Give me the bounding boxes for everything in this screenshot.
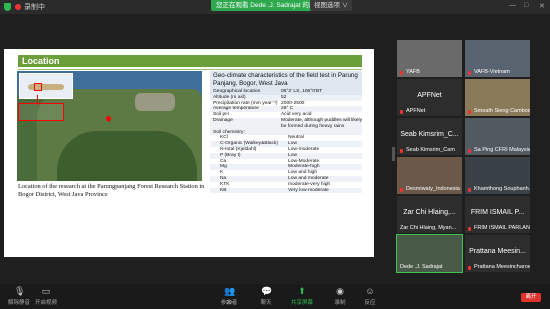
participant-name: Zar Chi Hlaing, Myan... bbox=[400, 225, 457, 231]
minimize-icon[interactable]: — bbox=[509, 2, 516, 9]
participant-tile[interactable]: Sa Ping CFRI Malaysia bbox=[465, 118, 530, 155]
participant-tile[interactable]: VAFB-Vietnam bbox=[465, 40, 530, 77]
slide-title-bar bbox=[18, 55, 362, 67]
participant-name: Sa Ping CFRI Malaysia bbox=[474, 147, 530, 153]
slide-title: Location bbox=[22, 56, 60, 66]
reactions-button[interactable]: ☺ 反应 bbox=[355, 286, 385, 306]
view-options-button[interactable]: 视图选项 ∨ bbox=[310, 0, 353, 11]
mic-muted-icon bbox=[400, 110, 403, 114]
record-label: 录制 bbox=[334, 300, 346, 306]
mic-muted-icon bbox=[400, 149, 403, 153]
participants-icon: 👥29 bbox=[224, 286, 236, 306]
map-inset bbox=[19, 73, 73, 99]
table-cell-value: Very low-moderate bbox=[288, 187, 329, 193]
table-title: Geo-climate characteristics of the field… bbox=[213, 72, 358, 87]
table-cell-value: Moderate, although puddles will likely b… bbox=[281, 117, 363, 129]
leave-button[interactable]: 离开 bbox=[521, 293, 541, 302]
participant-name: Smeath Sieng Cambodia bbox=[474, 108, 530, 114]
recording-label: 录制中 bbox=[24, 4, 45, 11]
slide-divider bbox=[18, 69, 362, 70]
map-caption: Location of the research at the Parungpa… bbox=[18, 183, 205, 198]
location-map bbox=[17, 71, 202, 181]
mic-muted-icon bbox=[468, 227, 471, 231]
participant-name: Desmiwaty_Indonesia bbox=[406, 186, 460, 192]
participant-tile[interactable]: Seab Kimsrim_C... Seab Kimsrim_Cam bbox=[397, 118, 462, 155]
participant-name: APFNet bbox=[406, 108, 426, 114]
record-button[interactable]: ◉ 录制 bbox=[325, 286, 355, 306]
panel-resize-handle[interactable] bbox=[392, 147, 395, 161]
microphone-muted-icon: 🎙 bbox=[14, 286, 26, 296]
participant-display-name: Prattana Meesin... bbox=[469, 248, 526, 255]
smiley-icon: ☺ bbox=[365, 286, 375, 296]
participant-tile[interactable]: YAFB bbox=[397, 40, 462, 77]
table-cell-key: Drainage bbox=[213, 117, 233, 123]
video-camera-off-icon: ▭ bbox=[41, 286, 51, 296]
mic-muted-icon bbox=[468, 149, 471, 153]
participant-tile[interactable]: Dede .J. Sadrajat bbox=[396, 234, 463, 273]
mic-muted-icon bbox=[468, 266, 471, 270]
chat-icon: 💬 bbox=[261, 286, 273, 296]
mic-label: 解除静音 bbox=[7, 300, 30, 306]
share-screen-button[interactable]: ⬆ 共享屏幕 bbox=[287, 286, 317, 306]
security-shield-icon[interactable] bbox=[4, 3, 11, 11]
video-button[interactable]: ▭ 开启视频 bbox=[31, 286, 61, 306]
participant-tile[interactable]: Zar Chi Hlaing,... Zar Chi Hlaing, Myan..… bbox=[397, 196, 462, 233]
participant-name: Dede .J. Sadrajat bbox=[400, 264, 443, 270]
participant-name: FRIM ISMAIL PARLAN bbox=[474, 225, 530, 231]
participants-button[interactable]: 👥29 参会者 bbox=[214, 286, 244, 306]
participant-name: VAFB-Vietnam bbox=[474, 69, 510, 75]
participant-tile[interactable]: Prattana Meesin... Prattana Meesincharoen bbox=[465, 235, 530, 272]
participant-name: Khamthong Souphanh... bbox=[474, 186, 530, 192]
participant-tile[interactable]: Desmiwaty_Indonesia bbox=[397, 157, 462, 194]
geo-climate-table: Geographical location 06°2' LS, 106°0'BT A… bbox=[210, 89, 363, 194]
share-screen-icon: ⬆ bbox=[298, 286, 306, 296]
chat-button[interactable]: 💬 聊天 bbox=[251, 286, 281, 306]
participant-display-name: Zar Chi Hlaing,... bbox=[403, 209, 456, 216]
video-label: 开启视频 bbox=[34, 300, 57, 306]
map-hills bbox=[57, 131, 197, 181]
mic-muted-icon bbox=[468, 188, 471, 192]
participant-name: Prattana Meesincharoen bbox=[474, 264, 530, 270]
mic-muted-icon bbox=[400, 188, 403, 192]
participant-display-name: FRIM ISMAIL P... bbox=[470, 209, 525, 216]
table-row: KB Very low-moderate bbox=[210, 187, 362, 194]
participants-label: 参会者 bbox=[220, 300, 238, 306]
mic-muted-icon bbox=[468, 110, 471, 114]
mic-button[interactable]: 🎙 解除静音 bbox=[4, 286, 34, 306]
top-bar: 录制中 您正在观看 Dede .J. Sadrajat 的屏幕 视图选项 ∨ —… bbox=[0, 0, 550, 14]
mic-muted-icon bbox=[468, 71, 471, 75]
participant-tile[interactable]: APFNet APFNet bbox=[397, 79, 462, 116]
inset-marker bbox=[34, 83, 42, 91]
map-detail-box bbox=[18, 103, 64, 121]
recording-icon bbox=[15, 4, 21, 10]
close-icon[interactable]: ✕ bbox=[539, 2, 545, 10]
meeting-toolbar: 🎙 解除静音 ▭ 开启视频 👥29 参会者 💬 聊天 ⬆ 共享屏幕 ◉ 录制 ☺… bbox=[0, 284, 550, 309]
participant-tile[interactable]: FRIM ISMAIL P... FRIM ISMAIL PARLAN bbox=[465, 196, 530, 233]
chat-label: 聊天 bbox=[260, 300, 272, 306]
participant-name: YAFB bbox=[406, 69, 420, 75]
table-row: Drainage Moderate, although puddles will … bbox=[210, 117, 363, 130]
participant-display-name: APFNet bbox=[417, 92, 442, 99]
participant-tile[interactable]: Khamthong Souphanh... bbox=[465, 157, 530, 194]
share-label: 共享屏幕 bbox=[290, 300, 313, 306]
record-icon: ◉ bbox=[336, 286, 344, 296]
reactions-label: 反应 bbox=[364, 300, 376, 306]
participant-display-name: Seab Kimsrim_C... bbox=[400, 131, 459, 138]
participant-tile[interactable]: Smeath Sieng Cambodia bbox=[465, 79, 530, 116]
table-cell-key: KB bbox=[220, 187, 227, 193]
map-city-area bbox=[135, 93, 175, 111]
participant-name: Seab Kimsrim_Cam bbox=[406, 147, 455, 153]
maximize-icon[interactable]: □ bbox=[524, 2, 528, 9]
shared-slide: Location Location of the research at the… bbox=[4, 49, 374, 257]
mic-muted-icon bbox=[400, 71, 403, 75]
